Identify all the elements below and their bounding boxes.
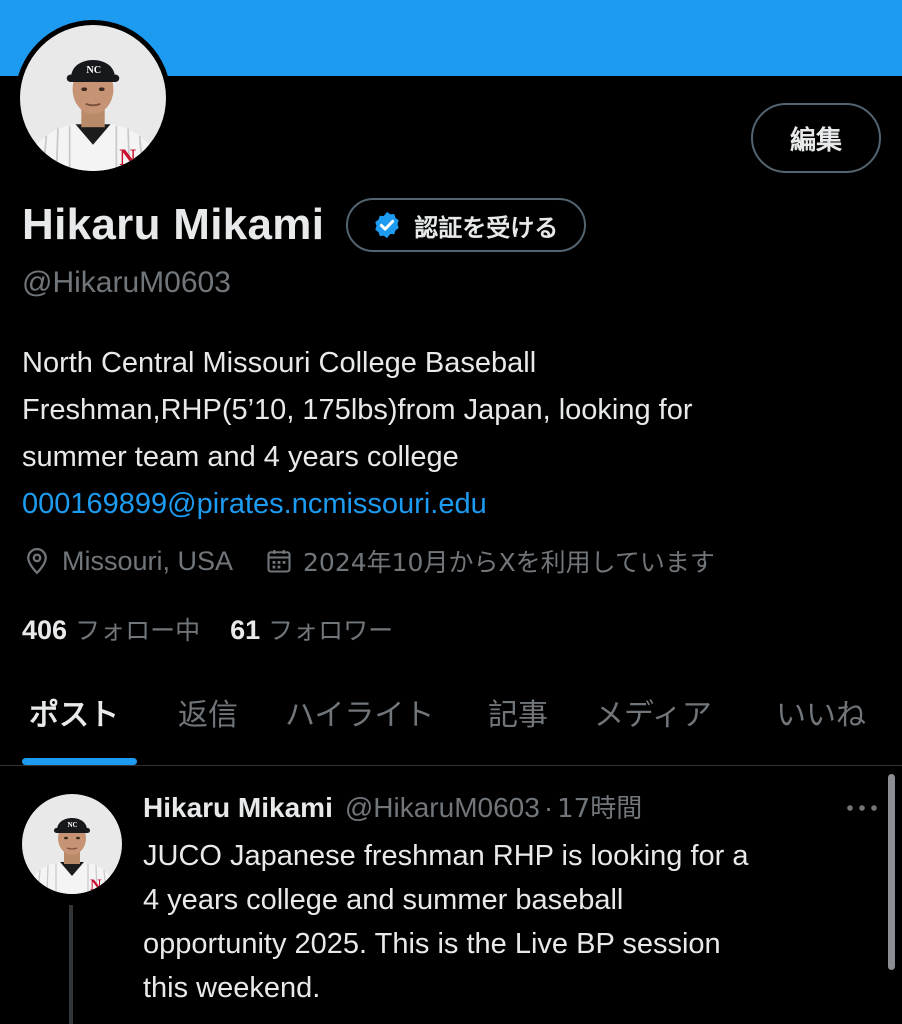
- tabs-divider: [0, 765, 902, 766]
- tab-replies[interactable]: 返信: [178, 690, 238, 734]
- location-pin-icon: [27, 547, 47, 575]
- profile-meta: Missouri, USA 2024年10月からXを利用しています: [22, 543, 715, 579]
- tab-likes[interactable]: いいね: [776, 690, 866, 734]
- location-text: Missouri, USA: [62, 545, 234, 576]
- post-text-line: 4 years college and summer baseball: [143, 884, 624, 916]
- profile-name-row: Hikaru Mikami 認証を受ける: [22, 198, 587, 252]
- active-tab-indicator: [22, 758, 137, 765]
- post-separator: ·: [543, 792, 554, 823]
- post-text-line: JUCO Japanese freshman RHP is looking fo…: [143, 840, 749, 872]
- verified-badge-icon: [375, 211, 399, 239]
- post-header: Hikaru Mikami @HikaruM0603 · 17時間: [143, 788, 642, 825]
- tab-highlights[interactable]: ハイライト: [285, 690, 434, 734]
- profile-handle: @HikaruM0603: [22, 266, 231, 299]
- post-author-name[interactable]: Hikaru Mikami: [143, 792, 333, 824]
- bio-line: North Central Missouri College Baseball: [22, 347, 537, 379]
- post-author-handle[interactable]: @HikaruM0603: [345, 792, 540, 824]
- post-timestamp[interactable]: 17時間: [557, 788, 642, 825]
- avatar-image: [20, 25, 166, 171]
- post-text-line: opportunity 2025. This is the Live BP se…: [143, 928, 721, 960]
- more-options-icon[interactable]: [845, 796, 879, 820]
- tab-articles[interactable]: 記事: [488, 690, 548, 734]
- calendar-icon: [267, 549, 291, 573]
- profile-bio: North Central Missouri College Baseball …: [22, 340, 882, 528]
- profile-avatar[interactable]: [15, 20, 171, 176]
- profile-joined: 2024年10月からXを利用しています: [265, 543, 715, 579]
- tab-posts[interactable]: ポスト: [29, 690, 119, 734]
- get-verified-button[interactable]: 認証を受ける: [346, 198, 587, 252]
- post-text: JUCO Japanese freshman RHP is looking fo…: [143, 834, 883, 1010]
- post-avatar[interactable]: [22, 794, 122, 894]
- bio-line: summer team and 4 years college: [22, 441, 459, 473]
- joined-text: 2024年10月からXを利用しています: [303, 548, 715, 577]
- followers-count: 61: [230, 615, 261, 645]
- tab-media[interactable]: メディア: [594, 690, 712, 734]
- followers-label: フォロワー: [268, 616, 394, 645]
- follow-stats: 406 フォロー中 61 フォロワー: [22, 611, 393, 647]
- post-text-line: this weekend.: [143, 972, 321, 1004]
- edit-profile-button[interactable]: 編集: [751, 103, 881, 173]
- thread-line: [69, 905, 73, 1024]
- bio-email-link[interactable]: 000169899@pirates.ncmissouri.edu: [22, 481, 882, 528]
- profile-display-name: Hikaru Mikami: [22, 200, 325, 249]
- scrollbar[interactable]: [888, 774, 895, 970]
- get-verified-label: 認証を受ける: [414, 213, 559, 242]
- profile-location: Missouri, USA: [22, 546, 233, 577]
- followers-link[interactable]: 61 フォロワー: [230, 611, 393, 647]
- following-link[interactable]: 406 フォロー中: [22, 611, 200, 647]
- following-count: 406: [22, 615, 68, 645]
- bio-line: Freshman,RHP(5’10, 175lbs)from Japan, lo…: [22, 394, 693, 426]
- following-label: フォロー中: [75, 616, 201, 645]
